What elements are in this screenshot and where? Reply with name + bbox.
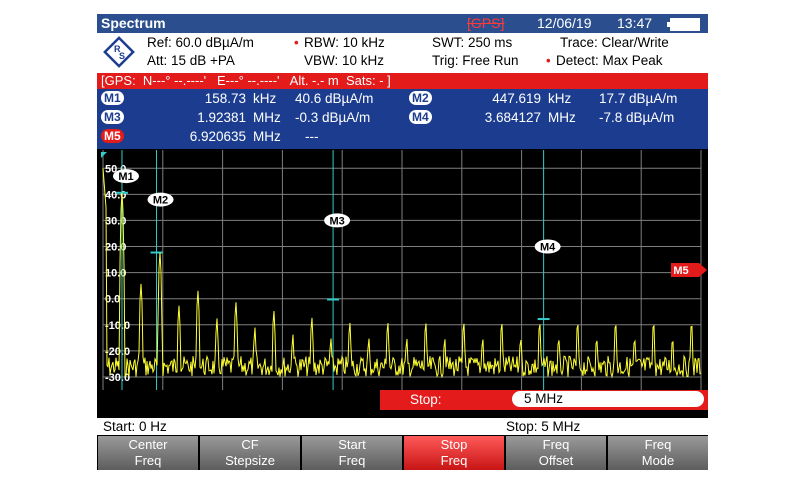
battery-icon bbox=[667, 18, 700, 31]
vbw-setting[interactable]: VBW: 10 kHz bbox=[304, 53, 384, 68]
mode-title: Spectrum bbox=[101, 15, 166, 31]
time-display: 13:47 bbox=[617, 15, 653, 31]
freq-mode-softkey[interactable]: Freq Mode bbox=[608, 436, 708, 470]
start-frequency: Start: 0 Hz bbox=[103, 419, 167, 434]
svg-text:M5: M5 bbox=[673, 265, 688, 277]
center-freq-softkey[interactable]: Center Freq bbox=[98, 436, 198, 470]
rbw-dot-icon: • bbox=[294, 35, 299, 50]
svg-text:M1: M1 bbox=[118, 171, 133, 183]
marker-m5-level: --- bbox=[305, 129, 319, 144]
marker-m1-level: 40.6 dBµA/m bbox=[295, 91, 374, 106]
gps-status: [GPS] bbox=[467, 15, 505, 31]
y-axis-ticks: 50.040.030.020.010.00.0-10.0-20.0-30.0 bbox=[105, 163, 130, 384]
gps-bar: [GPS: N---° --.----' E---° --.----' Alt.… bbox=[97, 73, 708, 89]
trace-mode[interactable]: Trace: Clear/Write bbox=[560, 35, 669, 50]
ref-corner-icon bbox=[101, 152, 107, 158]
marker-badge-m5[interactable]: M5 bbox=[101, 129, 124, 143]
start-freq-softkey[interactable]: Start Freq bbox=[302, 436, 402, 470]
marker-m5-freq: 6.920635 bbox=[189, 129, 246, 144]
y-tick-label: 40.0 bbox=[105, 189, 126, 201]
marker-badge-m1[interactable]: M1 bbox=[101, 91, 124, 105]
stop-entry-label: Stop: bbox=[410, 392, 442, 407]
marker-badge-m3[interactable]: M3 bbox=[101, 110, 124, 124]
y-tick-label: 10.0 bbox=[105, 268, 126, 280]
marker-m4-freq: 3.684127 bbox=[484, 110, 541, 125]
y-tick-label: 0.0 bbox=[105, 294, 120, 306]
cf-stepsize-softkey[interactable]: CF Stepsize bbox=[200, 436, 300, 470]
marker-m1-freq: 158.73 bbox=[204, 91, 246, 106]
y-tick-label: -20.0 bbox=[105, 346, 130, 358]
marker-flag-m5: M5 bbox=[671, 263, 707, 277]
analyzer-screen: Spectrum [GPS] 12/06/19 13:47 R S Ref: 6… bbox=[97, 14, 708, 470]
marker-flag-m2: M2 bbox=[147, 192, 174, 207]
marker-m3-level: -0.3 dBµA/m bbox=[295, 110, 371, 125]
spectrum-plot[interactable]: 50.040.030.020.010.00.0-10.0-20.0-30.0 M… bbox=[97, 150, 708, 418]
marker-flag-m3: M3 bbox=[324, 213, 351, 228]
marker-m5-unit: MHz bbox=[253, 129, 281, 144]
marker-m4-level: -7.8 dBµA/m bbox=[599, 110, 675, 125]
date-display: 12/06/19 bbox=[537, 15, 592, 31]
marker-m2-freq: 447.619 bbox=[492, 91, 541, 106]
detect-dot-icon: • bbox=[546, 53, 551, 68]
svg-text:M3: M3 bbox=[329, 215, 344, 227]
rbw-setting[interactable]: RBW: 10 kHz bbox=[304, 35, 385, 50]
detector-mode[interactable]: Detect: Max Peak bbox=[556, 53, 663, 68]
freq-offset-softkey[interactable]: Freq Offset bbox=[506, 436, 606, 470]
plot-grid bbox=[102, 150, 702, 390]
marker-m3-unit: MHz bbox=[253, 110, 281, 125]
ref-level[interactable]: Ref: 60.0 dBµA/m bbox=[147, 35, 254, 50]
stop-freq-entry[interactable]: Stop: 5 MHz bbox=[380, 390, 708, 410]
marker-badge-m2[interactable]: M2 bbox=[409, 91, 432, 105]
trigger-mode[interactable]: Trig: Free Run bbox=[432, 53, 519, 68]
title-bar: Spectrum [GPS] 12/06/19 13:47 bbox=[97, 14, 708, 33]
marker-m1-unit: kHz bbox=[253, 91, 277, 106]
marker-m4-unit: MHz bbox=[548, 110, 576, 125]
marker-table: M1 158.73 kHz 40.6 dBµA/m M2 447.619 kHz… bbox=[97, 89, 708, 149]
svg-text:M4: M4 bbox=[540, 242, 556, 254]
marker-m2-unit: kHz bbox=[548, 91, 572, 106]
frequency-span-bar: Start: 0 Hz Stop: 5 MHz bbox=[97, 418, 708, 435]
sweep-time[interactable]: SWT: 250 ms bbox=[432, 35, 512, 50]
marker-badge-m4[interactable]: M4 bbox=[409, 110, 432, 124]
settings-bar: R S Ref: 60.0 dBµA/m Att: 15 dB +PA • RB… bbox=[97, 33, 708, 73]
rohde-schwarz-logo-icon: R S bbox=[103, 36, 135, 68]
marker-flag-m1: M1 bbox=[112, 169, 139, 184]
marker-flag-m4: M4 bbox=[534, 239, 561, 254]
y-tick-label: -10.0 bbox=[105, 320, 130, 332]
marker-m3-freq: 1.92381 bbox=[197, 110, 246, 125]
gps-coordinates: [GPS: N---° --.----' E---° --.----' Alt.… bbox=[101, 73, 391, 88]
marker-labels: M1 M2 M3 M4 M5 bbox=[101, 152, 707, 277]
softkey-bar: Center Freq CF Stepsize Start Freq Stop Freq… bbox=[97, 435, 708, 470]
attenuation[interactable]: Att: 15 dB +PA bbox=[147, 53, 235, 68]
svg-text:M2: M2 bbox=[153, 195, 168, 207]
stop-frequency: Stop: 5 MHz bbox=[506, 419, 581, 434]
svg-text:S: S bbox=[119, 51, 125, 61]
stop-freq-softkey[interactable]: Stop Freq bbox=[404, 436, 504, 470]
marker-m2-level: 17.7 dBµA/m bbox=[599, 91, 678, 106]
stop-entry-value[interactable]: 5 MHz bbox=[512, 391, 704, 407]
